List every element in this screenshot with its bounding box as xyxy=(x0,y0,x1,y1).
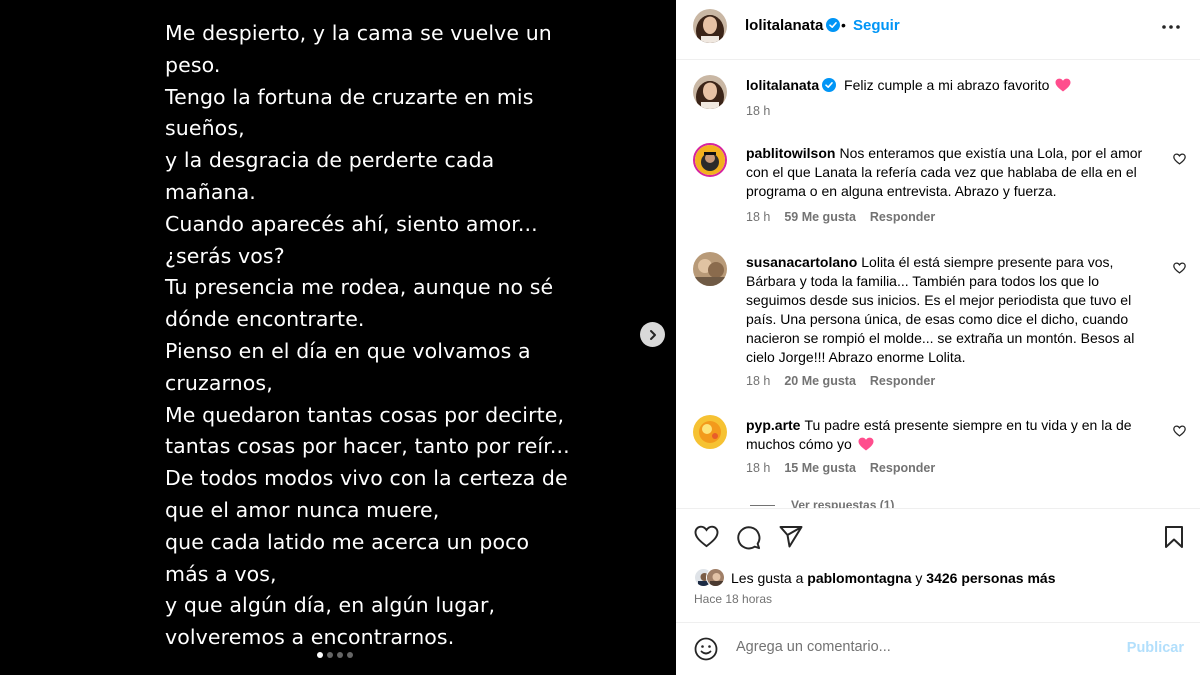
likes-count[interactable]: 3426 personas más xyxy=(926,570,1055,586)
author-avatar[interactable] xyxy=(693,9,727,43)
comment-meta: 18 h 59 Me gusta Responder xyxy=(746,210,949,224)
comment-username[interactable]: pablitowilson xyxy=(746,145,835,161)
poem-line: cruzarnos, xyxy=(165,370,273,395)
post-actions: Les gusta a pablomontagna y 3426 persona… xyxy=(676,508,1200,674)
publish-button[interactable]: Publicar xyxy=(1127,640,1184,656)
like-comment-icon[interactable] xyxy=(1173,425,1186,437)
caption-username[interactable]: lolitalanata xyxy=(746,77,837,93)
comment-body: Tu padre está presente siempre en tu vid… xyxy=(746,417,1132,452)
comment-bubble-icon[interactable] xyxy=(736,525,761,550)
pink-heart-icon xyxy=(858,437,874,451)
like-comment-icon[interactable] xyxy=(1173,262,1186,274)
comment-likes[interactable]: 59 Me gusta xyxy=(784,210,856,224)
commenter-avatar[interactable] xyxy=(693,143,727,177)
caption-time: 18 h xyxy=(746,104,771,118)
reply-button[interactable]: Responder xyxy=(870,461,935,475)
follow-button[interactable]: Seguir xyxy=(853,17,900,34)
comment-text: susanacartolano Lolita él está siempre pr… xyxy=(746,253,1151,366)
share-paper-plane-icon[interactable] xyxy=(779,525,803,548)
carousel-dot xyxy=(337,652,343,658)
author-avatar[interactable] xyxy=(693,75,727,109)
poem-line: que cada latido me acerca un poco xyxy=(165,529,530,554)
action-icons-row xyxy=(692,525,1188,553)
comment-likes[interactable]: 15 Me gusta xyxy=(784,461,856,475)
comment-body: Lolita él está siempre presente para vos… xyxy=(746,254,1135,365)
reply-button[interactable]: Responder xyxy=(870,210,935,224)
likes-prefix: Les gusta a xyxy=(731,569,804,586)
replies-divider xyxy=(750,504,775,506)
comment-likes[interactable]: 20 Me gusta xyxy=(784,374,856,388)
carousel-dot xyxy=(347,652,353,658)
post-header: lolitalanata • Seguir xyxy=(676,0,1200,60)
poem-line: más a vos, xyxy=(165,561,277,586)
poem-line: y que algún día, en algún lugar, xyxy=(165,593,496,618)
carousel-dot xyxy=(317,652,323,658)
reply-button[interactable]: Responder xyxy=(870,374,935,388)
comment-username[interactable]: pyp.arte xyxy=(746,417,800,433)
poem-line: Cuando aparecés ahí, siento amor... xyxy=(165,211,538,236)
caption-meta: 18 h xyxy=(746,104,784,118)
poem-text: Me despierto, y la cama se vuelve un peso… xyxy=(165,18,585,654)
carousel-indicator xyxy=(317,652,353,658)
carousel-dot xyxy=(327,652,333,658)
poem-line: mañana. xyxy=(165,179,256,204)
liker-username[interactable]: pablomontagna xyxy=(807,570,911,586)
poem-line: Tengo la fortuna de cruzarte en mis xyxy=(165,84,534,109)
more-options-icon[interactable] xyxy=(1162,25,1180,29)
caption-body: Feliz cumple a mi abrazo favorito xyxy=(844,77,1050,93)
poem-line: Me quedaron tantas cosas por decirte, xyxy=(165,402,565,427)
add-comment-bar: Publicar xyxy=(676,622,1200,675)
verified-badge-icon xyxy=(826,18,841,32)
post-timestamp: Hace 18 horas xyxy=(694,592,773,606)
poem-line: dónde encontrarte. xyxy=(165,307,365,332)
liker-avatar[interactable] xyxy=(706,568,725,587)
comment-username[interactable]: susanacartolano xyxy=(746,254,857,270)
poem-line: tantas cosas por hacer, tanto por reír..… xyxy=(165,434,570,459)
post-media: Me despierto, y la cama se vuelve un peso… xyxy=(0,0,676,675)
commenter-avatar[interactable] xyxy=(693,415,727,449)
comment-text: pyp.arte Tu padre está presente siempre e… xyxy=(746,416,1151,454)
header-separator: • xyxy=(841,17,846,33)
comment-meta: 18 h 20 Me gusta Responder xyxy=(746,374,949,388)
comments-section[interactable]: lolitalanata Feliz cumple a mi abrazo fa… xyxy=(676,61,1200,509)
comment-text: pablitowilson Nos enteramos que existía u… xyxy=(746,144,1151,201)
likes-summary: Les gusta a pablomontagna y 3426 persona… xyxy=(694,568,1056,587)
poem-line: peso. xyxy=(165,52,221,77)
poem-line: ¿serás vos? xyxy=(165,243,285,268)
caption-text: lolitalanata Feliz cumple a mi abrazo fa… xyxy=(746,76,1151,95)
verified-badge-icon xyxy=(822,78,837,92)
next-image-button[interactable] xyxy=(640,322,665,347)
emoji-icon[interactable] xyxy=(694,637,718,661)
comment-input[interactable] xyxy=(736,639,1116,655)
poem-line: Me despierto, y la cama se vuelve un xyxy=(165,21,552,45)
poem-line: Pienso en el día en que volvamos a xyxy=(165,338,531,363)
poem-line: volveremos a encontrarnos. xyxy=(165,625,455,650)
comment-time: 18 h xyxy=(746,374,771,388)
like-heart-icon[interactable] xyxy=(694,525,719,548)
save-bookmark-icon[interactable] xyxy=(1164,525,1184,549)
comment-time: 18 h xyxy=(746,210,771,224)
pink-heart-icon xyxy=(1055,78,1071,92)
poem-line: que el amor nunca muere, xyxy=(165,497,440,522)
chevron-right-icon xyxy=(649,329,656,340)
post-details-panel: lolitalanata • Seguir lolitalanata Feliz… xyxy=(676,0,1200,675)
poem-line: Tu presencia me rodea, aunque no sé xyxy=(165,275,554,300)
commenter-avatar[interactable] xyxy=(693,252,727,286)
author-username[interactable]: lolitalanata xyxy=(745,17,841,34)
poem-line: De todos modos vivo con la certeza de xyxy=(165,466,568,491)
likes-connector: y xyxy=(915,569,923,586)
poem-line: y la desgracia de perderte cada xyxy=(165,148,495,173)
like-comment-icon[interactable] xyxy=(1173,153,1186,165)
poem-line: sueños, xyxy=(165,116,245,141)
comment-meta: 18 h 15 Me gusta Responder xyxy=(746,461,949,475)
comment-time: 18 h xyxy=(746,461,771,475)
